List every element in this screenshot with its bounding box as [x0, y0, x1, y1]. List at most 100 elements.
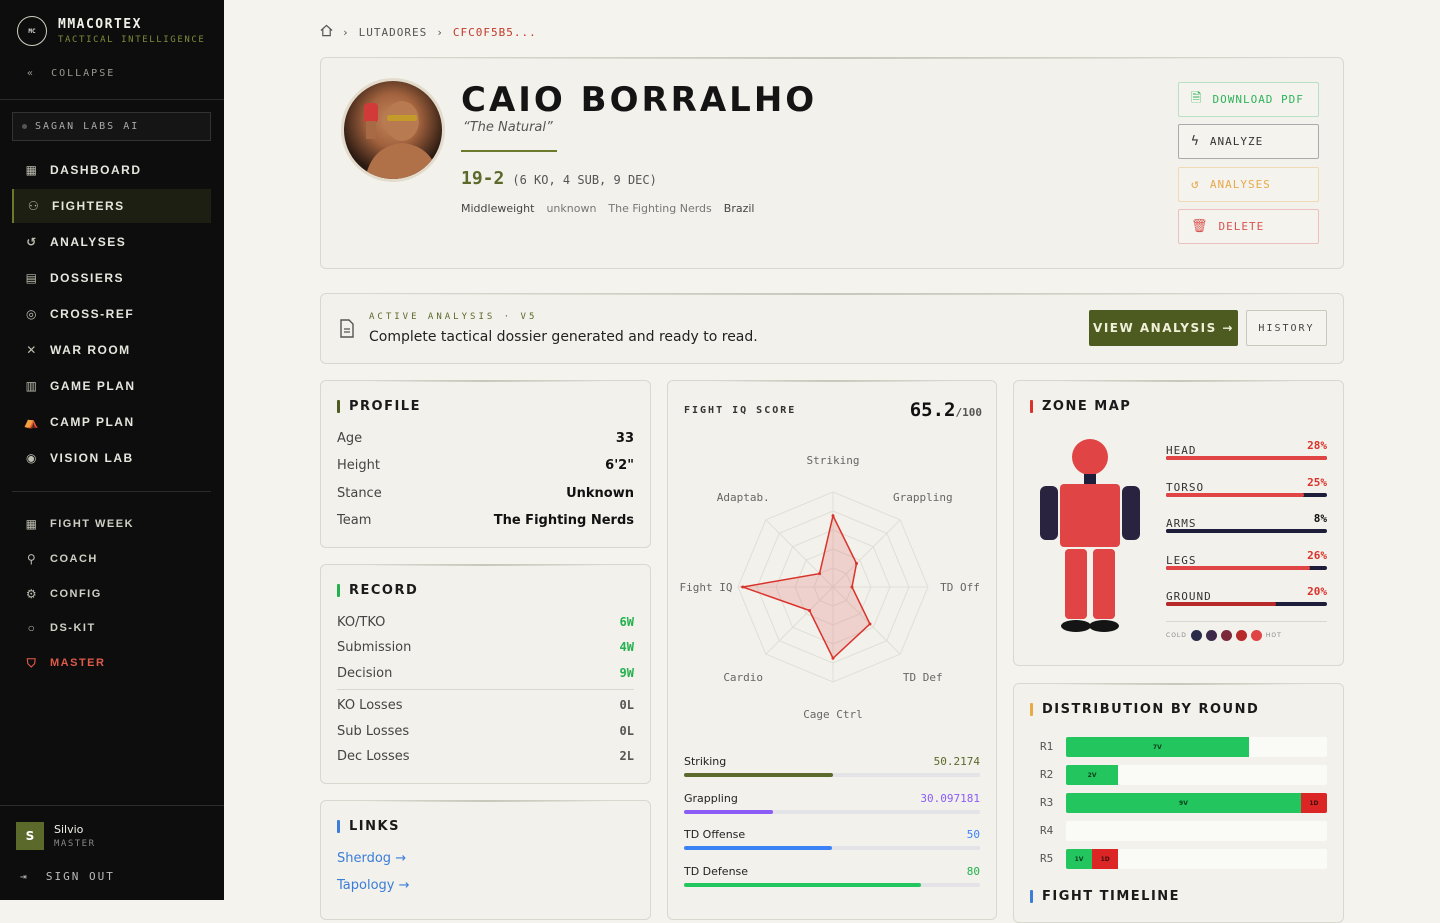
brand[interactable]: MC MMACORTEX TACTICAL INTELLIGENCE [17, 16, 205, 46]
heat-legend: COLD HOT [1166, 630, 1282, 641]
radar-axis-label: TD Def [903, 671, 943, 684]
zone-track [1166, 565, 1327, 570]
sidebar-item-config[interactable]: ⚙ CONFIG [12, 577, 211, 611]
round-track [1066, 821, 1327, 841]
metric-value: 80 [966, 864, 980, 878]
collapse-button[interactable]: « COLLAPSE [27, 68, 115, 79]
sidebar-item-dossiers[interactable]: ▤ DOSSIERS [12, 261, 211, 295]
row-value: Unknown [566, 486, 634, 501]
zone-map-title-text: ZONE MAP [1042, 399, 1132, 414]
legend-swatch [1220, 630, 1232, 641]
head-zone [1072, 439, 1108, 475]
round-track: 9V 1D [1066, 793, 1327, 813]
zone-fill [1166, 602, 1277, 606]
metric-value: 30.097181 [920, 791, 980, 805]
target-icon: ◎ [26, 307, 38, 321]
radar-axis-label: Adaptab. [717, 491, 770, 504]
metric-value: 50.2174 [933, 755, 980, 768]
view-analysis-button[interactable]: VIEW ANALYSIS → [1089, 310, 1238, 346]
user-profile[interactable]: S Silvio MASTER [16, 822, 96, 850]
sidebar-item-label: COACH [50, 552, 98, 565]
sidebar-item-label: CROSS-REF [50, 307, 135, 321]
sidebar-item-coach[interactable]: ⚲ COACH [12, 542, 211, 576]
sidebar-item-label: DASHBOARD [50, 163, 142, 177]
delete-label: DELETE [1218, 220, 1265, 233]
round-row: R3 9V 1D [1040, 793, 1327, 813]
record-card: RECORD KO/TKO 6W Submission 4W Decision 9W … [320, 564, 651, 784]
legend-swatch [1235, 630, 1247, 641]
row-key: Decision [337, 666, 393, 681]
sign-out-button[interactable]: ⇥ SIGN OUT [20, 870, 115, 883]
breadcrumb: › LUTADORES › CFC0F5B5... [320, 24, 537, 40]
profile-card: PROFILE Age 33 Height 6'2" Stance Unknown T… [320, 380, 651, 548]
analyze-button[interactable]: ϟ ANALYZE [1178, 124, 1319, 159]
sidebar-item-analyses[interactable]: ↺ ANALYSES [12, 225, 211, 259]
zone-percent: 8% [1313, 512, 1327, 525]
calendar-icon: ▦ [25, 517, 39, 531]
record-row: KO Losses 0L [337, 698, 634, 713]
metric-name: TD Offense [684, 828, 746, 841]
tag-team: The Fighting Nerds [608, 202, 712, 215]
history-button[interactable]: HISTORY [1246, 310, 1327, 346]
zone-row: GROUND 20% [1166, 585, 1327, 609]
fight-iq-score-value: 65.2 [909, 399, 956, 421]
sidebar-item-dashboard[interactable]: ▦ DASHBOARD [12, 153, 211, 187]
fight-iq-radar-chart: Striking Grappling TD Off TD Def Cage Ctrl Ca… [680, 454, 980, 721]
circle-icon: ○ [27, 621, 37, 636]
sidebar-item-vision-lab[interactable]: ◉ VISION LAB [12, 441, 211, 475]
zone-percent: 20% [1307, 585, 1327, 598]
record-row: Submission 4W [337, 640, 634, 655]
row-key: Height [337, 458, 380, 473]
sidebar-item-fight-week[interactable]: ▦ FIGHT WEEK [12, 507, 211, 541]
radar-point [868, 622, 872, 626]
download-pdf-button[interactable]: 🗎 DOWNLOAD PDF [1178, 82, 1319, 117]
sidebar-item-ds-kit[interactable]: ○ DS-KIT [12, 611, 211, 645]
sidebar-item-cross-ref[interactable]: ◎ CROSS-REF [12, 297, 211, 331]
fighter-tags: Middleweight unknown The Fighting Nerds … [461, 202, 754, 215]
row-value: 0L [619, 724, 634, 738]
logout-icon: ⇥ [20, 870, 29, 883]
record-row: Dec Losses 2L [337, 749, 634, 764]
row-value: 6W [619, 615, 634, 629]
brand-name: MMACORTEX [58, 17, 142, 32]
fight-iq-label: FIGHT IQ SCORE [684, 405, 797, 416]
zone-percent: 25% [1307, 475, 1327, 489]
tag-stance: unknown [546, 202, 597, 215]
sidebar-item-label: FIGHTERS [52, 199, 125, 213]
round-row: R1 7V [1040, 737, 1327, 757]
row-key: Stance [337, 486, 382, 501]
metric-fill [684, 846, 832, 850]
grid-icon: ▦ [25, 163, 39, 177]
radar-point [855, 561, 859, 565]
analyses-button[interactable]: ↺ ANALYSES [1178, 167, 1319, 202]
delete-button[interactable]: 🗑 DELETE [1178, 209, 1319, 244]
sidebar-item-war-room[interactable]: ✕ WAR ROOM [12, 333, 211, 367]
metric-track [684, 882, 980, 887]
home-icon[interactable] [320, 24, 333, 40]
sidebar: MC MMACORTEX TACTICAL INTELLIGENCE « COL… [0, 0, 224, 900]
profile-row: Age 33 [337, 431, 634, 446]
row-value: 9W [619, 666, 634, 680]
row-value: 33 [615, 431, 634, 446]
sidebar-item-game-plan[interactable]: ▥ GAME PLAN [12, 369, 211, 403]
breadcrumb-section[interactable]: LUTADORES [359, 26, 428, 39]
tapology-link[interactable]: Tapology → [337, 878, 410, 893]
metric-row: TD Offense 50 [684, 828, 980, 858]
sherdog-link[interactable]: Sherdog → [337, 851, 406, 866]
zone-track [1166, 602, 1327, 606]
user-name: Silvio [54, 823, 84, 836]
zone-percent: 28% [1307, 439, 1327, 452]
row-key: Dec Losses [337, 749, 410, 764]
zone-row: TORSO 25% [1166, 476, 1327, 500]
legend-swatch [1190, 630, 1202, 641]
sidebar-item-camp-plan[interactable]: ⛺ CAMP PLAN [12, 405, 211, 439]
sidebar-item-master[interactable]: ⛉ MASTER [12, 646, 211, 680]
tenant-selector[interactable]: SAGAN LABS AI [12, 112, 211, 141]
metric-row: Striking 50.2174 [684, 755, 980, 785]
status-dot [22, 124, 27, 129]
sidebar-item-label: VISION LAB [50, 451, 134, 465]
collapse-label: COLLAPSE [51, 68, 116, 79]
sidebar-item-fighters[interactable]: ⚇ FIGHTERS [12, 189, 211, 223]
round-losses-segment: 1D [1300, 793, 1327, 813]
avatar: S [16, 822, 44, 850]
